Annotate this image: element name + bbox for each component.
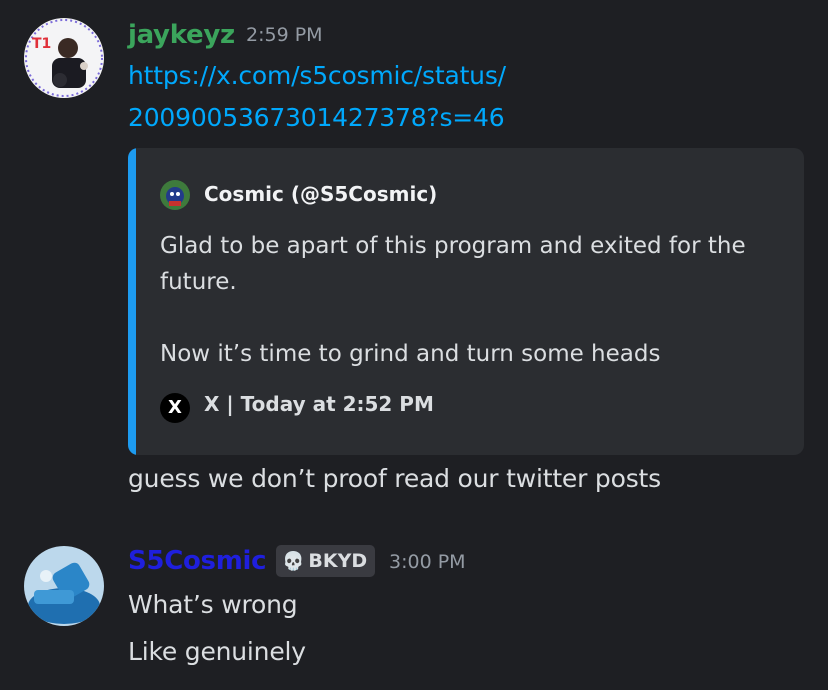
message-link-continued[interactable]: 2009005367301427378?s=46 [128, 97, 505, 139]
embed-footer: X | Today at 2:52 PM [204, 392, 434, 416]
avatar[interactable] [24, 546, 104, 626]
username[interactable]: S5Cosmic [128, 546, 267, 576]
embed-description: Glad to be apart of this program and exi… [160, 233, 746, 367]
embed-author-avatar-icon[interactable] [160, 180, 190, 210]
message-link[interactable]: https://x.com/s5cosmic/status/ [128, 55, 506, 97]
link-embed: Cosmic (@S5Cosmic) Glad to be apart of t… [128, 148, 804, 455]
skull-icon: 💀 [282, 550, 305, 572]
x-logo-icon: X [160, 393, 190, 423]
svg-text:T1: T1 [32, 36, 51, 52]
username[interactable]: jaykeyz [128, 20, 235, 50]
embed-accent-bar [128, 148, 136, 455]
message-text: Like genuinely [128, 637, 306, 666]
timestamp: 2:59 PM [246, 24, 323, 46]
guild-tag-badge[interactable]: 💀 BKYD [276, 545, 376, 577]
guild-tag-label: BKYD [308, 550, 368, 572]
message-text: What’s wrong [128, 590, 298, 619]
embed-author[interactable]: Cosmic (@S5Cosmic) [204, 182, 437, 206]
avatar[interactable]: T1 [24, 18, 104, 98]
message-text: guess we don’t proof read our twitter po… [128, 464, 661, 493]
timestamp: 3:00 PM [389, 551, 466, 573]
